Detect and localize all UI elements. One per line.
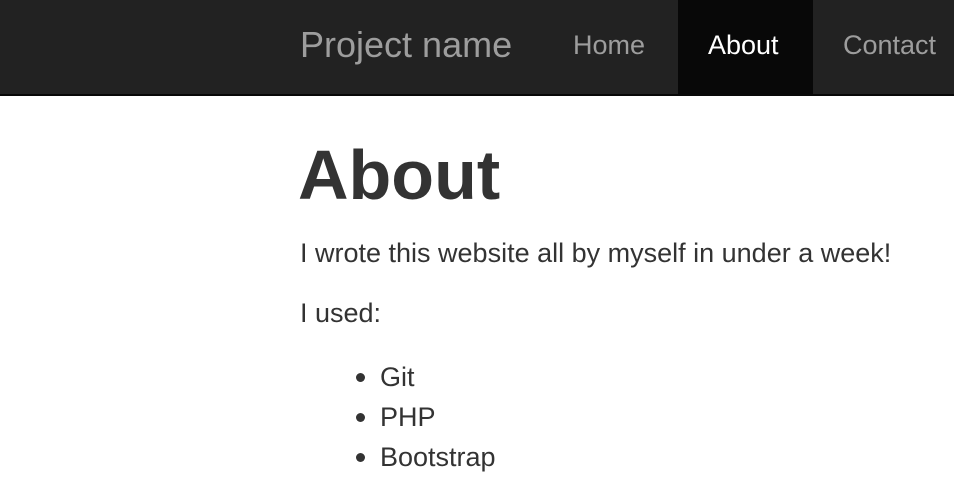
intro-paragraph: I wrote this website all by myself in un… xyxy=(300,238,892,268)
list-item: Git xyxy=(356,357,496,397)
tools-list: Git PHP Bootstrap xyxy=(356,357,496,477)
tool-label: PHP xyxy=(380,402,436,432)
tool-label: Bootstrap xyxy=(380,442,496,472)
list-item: Bootstrap xyxy=(356,437,496,477)
tools-heading: I used: xyxy=(300,298,382,328)
bullet-icon xyxy=(356,413,365,422)
nav-item-home[interactable]: Home xyxy=(543,0,678,94)
bullet-icon xyxy=(356,373,365,382)
tool-label: Git xyxy=(380,362,415,392)
bullet-icon xyxy=(356,453,365,462)
nav-item-contact[interactable]: Contact xyxy=(813,0,954,94)
navbar: Project name Home About Contact xyxy=(0,0,954,96)
page-title: About xyxy=(298,136,501,214)
brand-link[interactable]: Project name xyxy=(300,0,512,94)
nav-item-about[interactable]: About xyxy=(678,0,813,94)
list-item: PHP xyxy=(356,397,496,437)
nav-menu: Home About Contact xyxy=(543,0,954,94)
